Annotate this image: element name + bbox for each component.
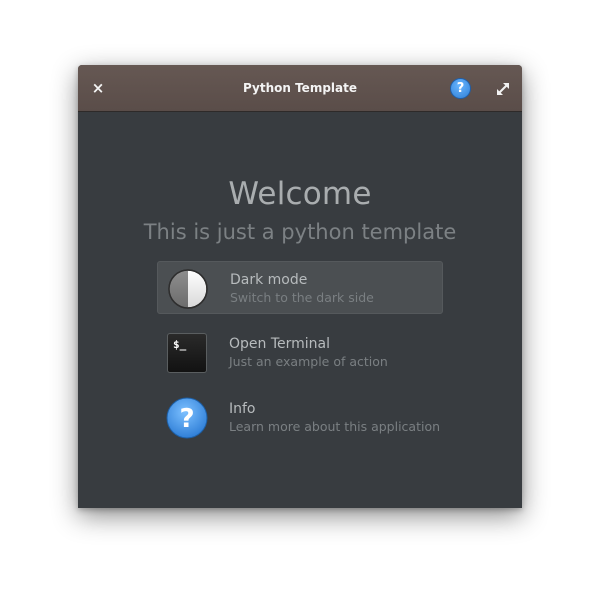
welcome-subtitle: This is just a python template <box>143 220 457 244</box>
open-terminal-action[interactable]: $_ Open Terminal Just an example of acti… <box>157 326 443 379</box>
info-label: Info <box>229 401 256 417</box>
dark-mode-toggle-icon <box>167 268 209 310</box>
info-action[interactable]: ? Info Learn more about this application <box>157 391 443 444</box>
app-window: × Python Template ? Welcome This is just… <box>78 65 522 508</box>
maximize-icon <box>497 83 509 95</box>
terminal-prompt-text: $_ <box>173 338 187 351</box>
open-terminal-description: Just an example of action <box>229 354 388 369</box>
dark-mode-action[interactable]: Dark mode Switch to the dark side <box>157 261 443 314</box>
dark-mode-label: Dark mode <box>230 272 308 288</box>
terminal-icon: $_ <box>166 332 208 374</box>
welcome-title: Welcome <box>228 176 372 212</box>
info-description: Learn more about this application <box>229 419 441 434</box>
help-icon: ? <box>166 397 208 439</box>
maximize-button[interactable] <box>494 80 512 98</box>
dark-mode-description: Switch to the dark side <box>230 290 374 305</box>
title-bar[interactable]: × Python Template ? <box>78 65 522 112</box>
welcome-view: Welcome This is just a python template D… <box>78 112 522 508</box>
help-button[interactable]: ? <box>450 78 471 99</box>
svg-text:?: ? <box>179 404 194 434</box>
open-terminal-label: Open Terminal <box>229 336 331 352</box>
